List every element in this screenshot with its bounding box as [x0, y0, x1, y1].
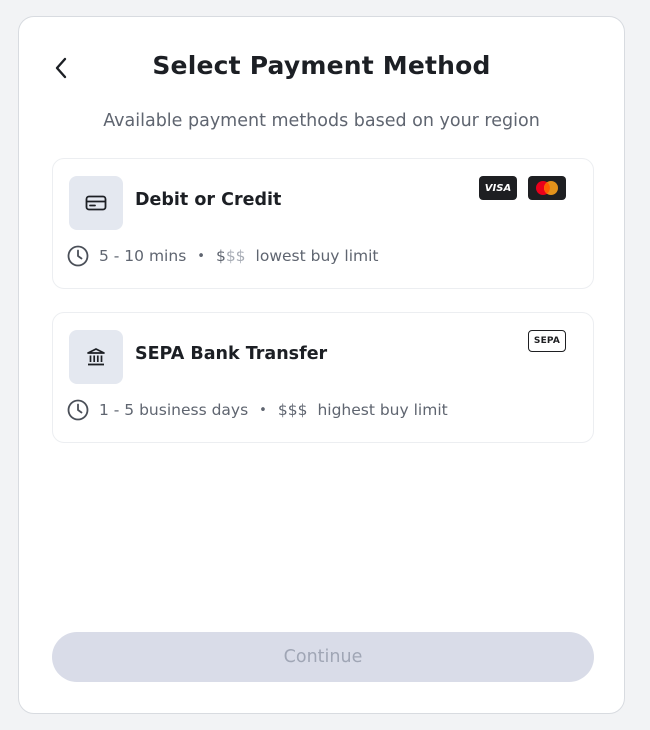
buy-limit: lowest buy limit — [255, 247, 379, 265]
page-title: Select Payment Method — [152, 51, 491, 80]
clock-icon — [67, 245, 89, 267]
payment-method-panel: Select Payment Method Available payment … — [18, 16, 625, 714]
fee-level-active: $$$ — [277, 401, 308, 419]
processing-time: 1 - 5 business days — [99, 401, 249, 419]
clock-icon — [67, 399, 89, 421]
method-icon-tile — [69, 330, 123, 384]
processing-time: 5 - 10 mins — [99, 247, 187, 265]
mastercard-logo — [528, 176, 566, 200]
fee-level-inactive: $$ — [225, 247, 246, 265]
method-name: SEPA Bank Transfer — [135, 344, 328, 364]
bank-icon — [87, 348, 105, 366]
method-icon-tile — [69, 176, 123, 230]
continue-button[interactable]: Continue — [52, 632, 594, 682]
method-details: 5 - 10 mins • $$$ lowest buy limit — [67, 245, 379, 267]
fee-level: $$$ — [216, 247, 246, 265]
buy-limit: highest buy limit — [317, 401, 448, 419]
credit-card-icon — [85, 195, 107, 211]
method-details: 1 - 5 business days • $$$ highest buy li… — [67, 399, 448, 421]
card-network-logos: VISA — [479, 176, 566, 200]
payment-option-sepa[interactable]: SEPA Bank Transfer SEPA 1 - 5 business d… — [52, 312, 594, 443]
separator-dot: • — [259, 402, 267, 418]
page-subtitle: Available payment methods based on your … — [103, 111, 540, 131]
fee-level: $$$ — [278, 401, 308, 419]
bank-network-logos: SEPA — [528, 330, 566, 352]
separator-dot: • — [197, 248, 205, 264]
method-name: Debit or Credit — [135, 190, 282, 210]
visa-logo: VISA — [479, 176, 517, 200]
payment-option-debit-credit[interactable]: Debit or Credit VISA 5 - 10 mins • $$$ l… — [52, 158, 594, 289]
fee-level-active: $ — [215, 247, 226, 265]
sepa-logo: SEPA — [528, 330, 566, 352]
